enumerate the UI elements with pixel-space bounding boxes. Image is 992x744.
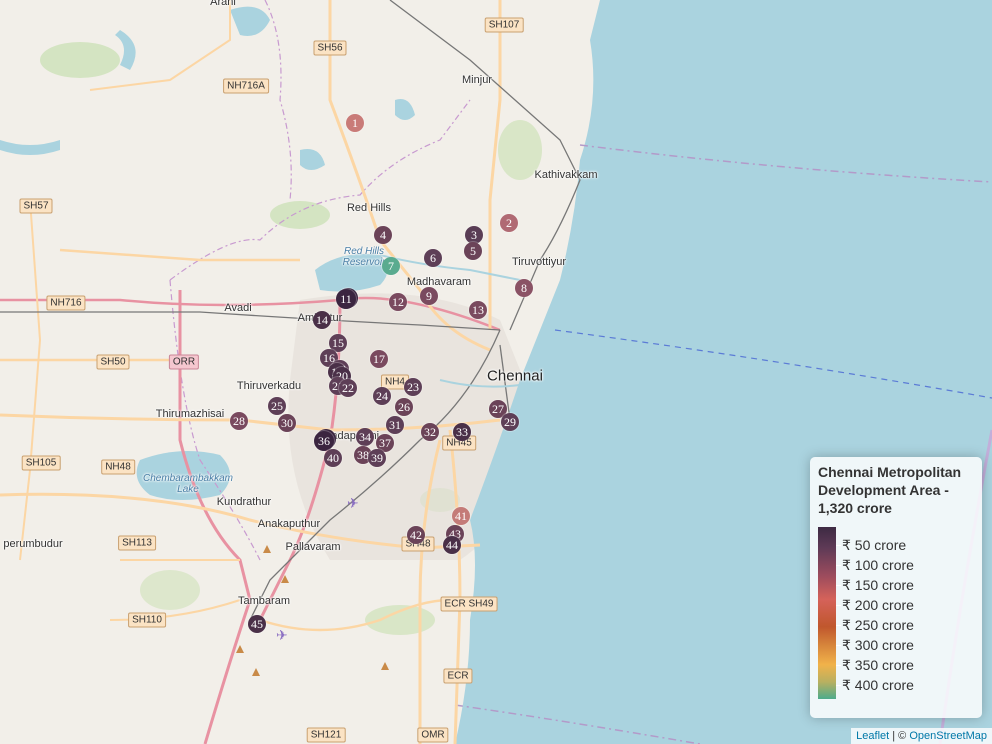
legend-tick xyxy=(836,545,841,546)
map-marker-8[interactable]: 8 xyxy=(515,279,533,297)
map-attribution: Leaflet | © OpenStreetMap xyxy=(851,728,992,744)
place-label: Chembarambakkam Lake xyxy=(142,473,234,495)
map-marker-36[interactable]: 36 xyxy=(314,431,334,451)
legend-tick xyxy=(836,565,841,566)
place-label: Thiruverkadu xyxy=(236,380,302,392)
openstreetmap-link[interactable]: OpenStreetMap xyxy=(909,730,987,742)
map-marker-41[interactable]: 41 xyxy=(452,507,470,525)
road-shield: NH716 xyxy=(46,295,86,311)
map-marker-39[interactable]: 39 xyxy=(368,449,386,467)
legend-tick xyxy=(836,625,841,626)
map-marker-42[interactable]: 42 xyxy=(407,526,425,544)
map-marker-12[interactable]: 12 xyxy=(389,293,407,311)
road-shield: SH113 xyxy=(118,535,156,551)
map-marker-45[interactable]: 45 xyxy=(248,615,266,633)
legend-label: ₹ 350 crore xyxy=(842,657,914,673)
legend-tick xyxy=(836,585,841,586)
road-shield: SH107 xyxy=(484,17,524,33)
place-label: Minjur xyxy=(462,74,492,86)
legend-label: ₹ 200 crore xyxy=(842,597,914,613)
map-marker-9[interactable]: 9 xyxy=(420,287,438,305)
map-marker-23[interactable]: 23 xyxy=(404,378,422,396)
road-shield: ECR SH49 xyxy=(440,596,498,612)
place-label: Tiruvottiyur xyxy=(512,256,566,268)
legend-title: Chennai Metropolitan Development Area - … xyxy=(818,464,962,516)
map-canvas[interactable]: ✈ ✈ Arani Minjur Kathivakkam Red Hills R… xyxy=(0,0,992,744)
place-label: Pallavaram xyxy=(285,541,341,553)
map-marker-7[interactable]: 7 xyxy=(382,257,400,275)
map-marker-30[interactable]: 30 xyxy=(278,414,296,432)
road-shield: SH50 xyxy=(96,354,130,370)
map-marker-1[interactable]: 1 xyxy=(346,114,364,132)
leaflet-link[interactable]: Leaflet xyxy=(856,730,889,742)
legend-label: ₹ 250 crore xyxy=(842,617,914,633)
legend-label: ₹ 100 crore xyxy=(842,557,914,573)
map-marker-34[interactable]: 34 xyxy=(356,428,374,446)
place-label: perumbudur xyxy=(3,538,63,550)
map-marker-33[interactable]: 33 xyxy=(453,423,471,441)
place-label: Red Hills xyxy=(346,202,392,214)
place-label: Anakaputhur xyxy=(257,518,321,530)
road-shield: NH716A xyxy=(223,78,269,94)
map-marker-31[interactable]: 31 xyxy=(386,416,404,434)
road-shield: SH56 xyxy=(313,40,347,56)
map-marker-24[interactable]: 24 xyxy=(373,387,391,405)
road-shield: SH57 xyxy=(19,198,53,214)
map-marker-17[interactable]: 17 xyxy=(370,350,388,368)
map-marker-6[interactable]: 6 xyxy=(424,249,442,267)
map-marker-32[interactable]: 32 xyxy=(421,423,439,441)
map-marker-29[interactable]: 29 xyxy=(501,413,519,431)
place-label: Chennai xyxy=(487,367,543,385)
place-label: Kathivakkam xyxy=(534,169,598,181)
road-shield: OMR xyxy=(417,727,449,743)
map-marker-22[interactable]: 22 xyxy=(339,379,357,397)
place-label: Thirumazhisai xyxy=(155,408,225,420)
legend-label: ₹ 150 crore xyxy=(842,577,914,593)
road-shield: NH48 xyxy=(101,459,135,475)
map-marker-11[interactable]: 11 xyxy=(336,289,356,309)
map-marker-40[interactable]: 40 xyxy=(324,449,342,467)
legend-label: ₹ 300 crore xyxy=(842,637,914,653)
road-shield: ECR xyxy=(443,668,473,684)
road-shield: SH105 xyxy=(21,455,61,471)
legend-label: ₹ 400 crore xyxy=(842,677,914,693)
legend-tick xyxy=(836,645,841,646)
legend-label: ₹ 50 crore xyxy=(842,537,907,553)
map-marker-5[interactable]: 5 xyxy=(464,242,482,260)
place-label: Avadi xyxy=(224,302,252,314)
map-marker-13[interactable]: 13 xyxy=(469,301,487,319)
place-label: Madhavaram xyxy=(406,276,472,288)
legend-tick xyxy=(836,665,841,666)
place-label: Kundrathur xyxy=(216,496,272,508)
road-shield: SH110 xyxy=(128,612,166,628)
svg-text:✈: ✈ xyxy=(276,628,288,644)
legend-tick xyxy=(836,685,841,686)
place-label: Tambaram xyxy=(238,595,290,607)
legend-color-bar xyxy=(818,527,836,699)
road-shield: SH121 xyxy=(306,727,346,743)
legend-tick xyxy=(836,605,841,606)
legend: Chennai Metropolitan Development Area - … xyxy=(810,457,982,718)
svg-text:✈: ✈ xyxy=(347,496,359,512)
map-marker-2[interactable]: 2 xyxy=(500,214,518,232)
road-shield: ORR xyxy=(168,354,200,370)
attribution-separator: | © xyxy=(889,730,910,742)
map-marker-26[interactable]: 26 xyxy=(395,398,413,416)
map-marker-25[interactable]: 25 xyxy=(268,397,286,415)
map-marker-4[interactable]: 4 xyxy=(374,226,392,244)
place-label: Arani xyxy=(210,0,236,8)
map-marker-44[interactable]: 44 xyxy=(443,536,461,554)
map-marker-14[interactable]: 14 xyxy=(313,311,331,329)
map-marker-28[interactable]: 28 xyxy=(230,412,248,430)
